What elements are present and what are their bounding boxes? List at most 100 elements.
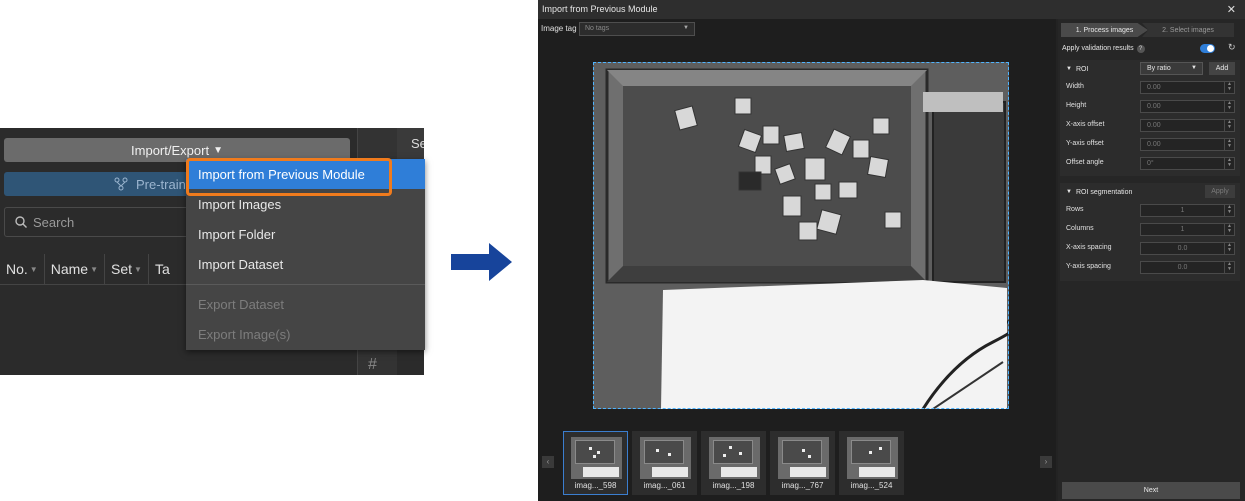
image-tag-label: Image tag [541,24,577,33]
pretrain-label: Pre-train [136,176,186,192]
field-label: Columns [1066,225,1094,232]
thumbnail-image [847,437,898,479]
stepper-icon[interactable]: ▲ ▼ [1224,120,1234,131]
next-button[interactable]: Next [1062,482,1240,499]
collapse-icon: ▼ [1066,189,1072,195]
menu-item-import-from-previous-module[interactable]: Import from Previous Module [186,158,425,196]
roi-height-input[interactable]: 0.00 ▲ ▼ [1140,100,1235,113]
right-arrow-icon [451,243,512,281]
thumbnail-item[interactable]: imag..._198 [701,431,766,495]
chevron-down-icon: ▼ [1191,65,1197,71]
stepper-icon[interactable]: ▲ ▼ [1224,139,1234,150]
roi-rectangle[interactable] [593,62,1009,409]
stepper-icon[interactable]: ▲ ▼ [1224,224,1234,235]
roi-header[interactable]: ▼ ROI By ratio ▼ Add [1060,60,1240,78]
thumbnail-image [709,437,760,479]
chevron-down-icon: ▼ [683,25,689,31]
columns-row: Columns 1 ▲ ▼ [1060,220,1240,239]
field-value: 0° [1147,160,1154,167]
thumbnail-item[interactable]: imag..._524 [839,431,904,495]
thumbnail-image [778,437,829,479]
field-label: Rows [1066,206,1084,213]
roi-x-offset-input[interactable]: 0.00 ▲ ▼ [1140,119,1235,132]
close-icon[interactable]: ✕ [1227,3,1236,16]
search-input[interactable]: Search [4,207,204,237]
thumbnail-label: imag..._767 [781,481,824,490]
stepper-icon[interactable]: ▲ ▼ [1224,82,1234,93]
sort-icon: ▼ [90,264,98,274]
columns-input[interactable]: 1 ▲ ▼ [1140,223,1235,236]
refresh-icon[interactable]: ↻ [1228,42,1236,53]
rows-input[interactable]: 1 ▲ ▼ [1140,204,1235,217]
menu-item-import-folder[interactable]: Import Folder [186,219,425,249]
column-label: Ta [154,261,170,277]
step-process-images[interactable]: 1. Process images [1061,23,1148,37]
collapse-icon: ▼ [1066,66,1072,72]
search-placeholder: Search [33,214,75,230]
field-label: X-axis offset [1066,121,1105,128]
thumbnail-strip: imag..._598 imag..._061 imag..._198 imag… [563,431,904,495]
field-label: Height [1066,102,1087,109]
caret-down-icon: ▼ [213,144,223,156]
roi-width-row: Width 0.00 ▲ ▼ [1060,78,1240,97]
menu-item-export-dataset: Export Dataset [198,296,284,312]
stepper-icon[interactable]: ▲ ▼ [1224,101,1234,112]
thumbnail-label: imag..._198 [712,481,755,490]
step-indicator: 1. Process images 2. Select images [1061,23,1234,37]
column-tag[interactable]: Ta [149,254,176,284]
field-value: 0.00 [1147,122,1161,129]
roi-y-offset-input[interactable]: 0.00 ▲ ▼ [1140,138,1235,151]
stepper-icon[interactable]: ▲ ▼ [1224,158,1234,169]
menu-item-import-dataset[interactable]: Import Dataset [186,249,425,279]
chevron-left-icon[interactable]: ‹ [542,456,554,468]
menu-divider [186,284,425,285]
chevron-right-icon[interactable]: › [1040,456,1052,468]
stepper-icon[interactable]: ▲ ▼ [1224,205,1234,216]
dialog-titlebar: Import from Previous Module [538,0,1245,19]
roi-x-offset-row: X-axis offset 0.00 ▲ ▼ [1060,116,1240,135]
network-icon [114,177,128,191]
roi-segmentation-header[interactable]: ▼ ROI segmentation Apply [1060,183,1240,201]
roi-offset-angle-input[interactable]: 0° ▲ ▼ [1140,157,1235,170]
roi-segmentation-title: ROI segmentation [1075,188,1133,196]
column-set[interactable]: Set ▼ [105,254,149,284]
column-label: Set [111,261,133,277]
field-value: 1 [1180,226,1185,233]
thumbnail-image [571,437,622,479]
thumbnail-label: imag..._524 [850,481,893,490]
roi-mode-value: By ratio [1147,65,1171,72]
stepper-icon[interactable]: ▲ ▼ [1224,243,1234,254]
apply-validation-row: Apply validation results? [1062,45,1242,53]
field-label: Y-axis offset [1066,140,1104,147]
roi-height-row: Height 0.00 ▲ ▼ [1060,97,1240,116]
import-dialog: Import from Previous Module ✕ Image tag … [538,0,1245,501]
import-export-label: Import/Export [131,142,210,158]
column-label: Name [50,261,89,277]
roi-offset-angle-row: Offset angle 0° ▲ ▼ [1060,154,1240,173]
y-spacing-row: Y-axis spacing 0.0 ▲ ▼ [1060,258,1240,277]
rows-row: Rows 1 ▲ ▼ [1060,201,1240,220]
grid-icon[interactable]: # [368,356,377,374]
column-no[interactable]: No. ▼ [0,254,45,284]
thumbnail-item[interactable]: imag..._598 [563,431,628,495]
roi-section: ▼ ROI By ratio ▼ Add Width 0.00 ▲ ▼ Height… [1060,60,1240,176]
thumbnail-item[interactable]: imag..._767 [770,431,835,495]
field-value: 0.0 [1177,264,1188,271]
image-tag-select[interactable]: No tags ▼ [579,22,695,36]
x-spacing-input[interactable]: 0.0 ▲ ▼ [1140,242,1235,255]
field-value: 0.00 [1147,103,1161,110]
apply-segmentation-button[interactable]: Apply [1205,185,1235,198]
tab-se[interactable]: Se [397,128,424,162]
step-select-images[interactable]: 2. Select images [1142,23,1234,37]
column-name[interactable]: Name ▼ [45,254,105,284]
thumbnail-item[interactable]: imag..._061 [632,431,697,495]
roi-mode-select[interactable]: By ratio ▼ [1140,62,1203,75]
apply-validation-toggle[interactable] [1200,44,1215,53]
import-export-menu: Import from Previous Module Import Image… [186,158,425,350]
field-value: 0.00 [1147,84,1161,91]
help-icon[interactable]: ? [1136,45,1145,53]
add-roi-button[interactable]: Add [1209,62,1235,75]
stepper-icon[interactable]: ▲ ▼ [1224,262,1234,273]
roi-width-input[interactable]: 0.00 ▲ ▼ [1140,81,1235,94]
y-spacing-input[interactable]: 0.0 ▲ ▼ [1140,261,1235,274]
